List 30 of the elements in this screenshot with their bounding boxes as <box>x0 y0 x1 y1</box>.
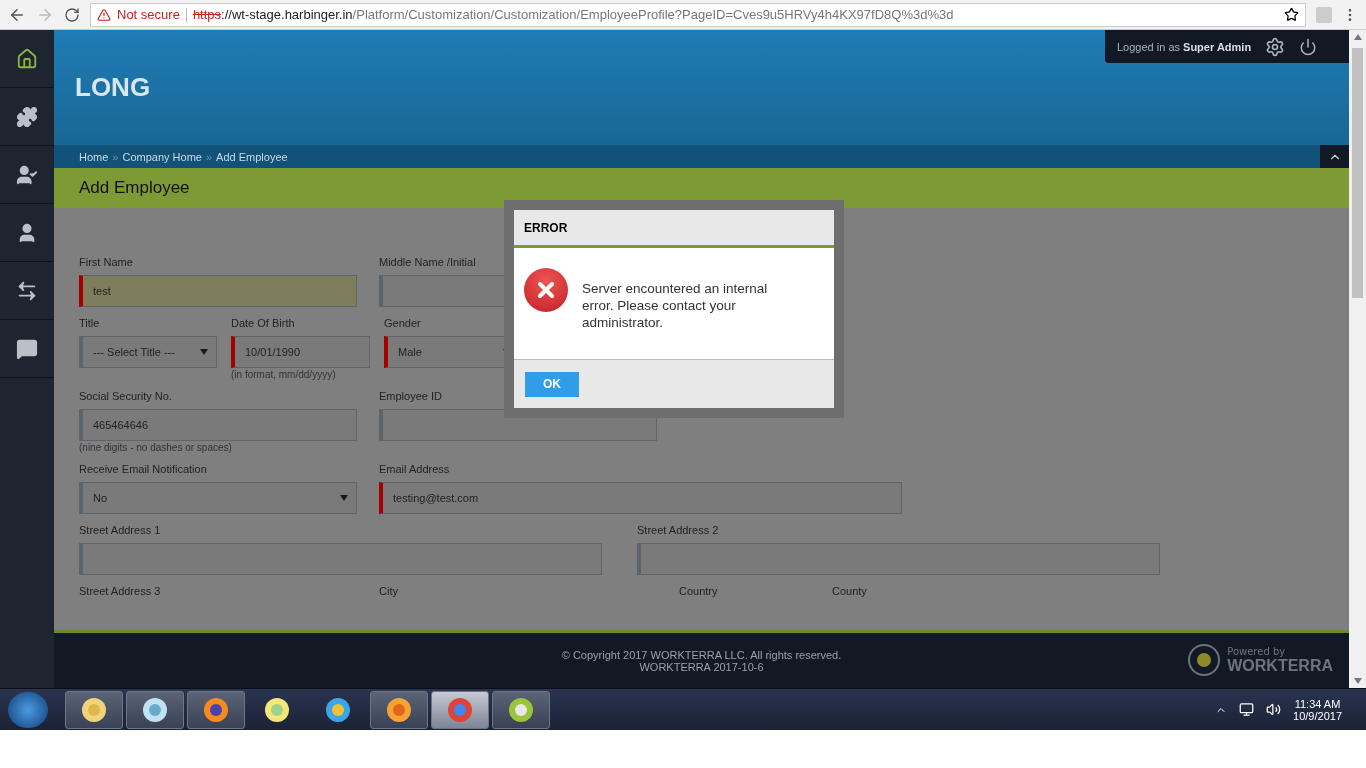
powered-by-text: Powered by <box>1227 645 1287 657</box>
field-label: Middle Name /Initial <box>379 256 477 268</box>
error-message: Server encountered an internal error. Please contact your administrator. <box>582 280 769 331</box>
dialog-title: ERROR <box>514 210 834 248</box>
field-label: City <box>379 585 399 597</box>
field-label: Email Address <box>379 463 451 475</box>
field-label: First Name <box>79 256 134 268</box>
field-label: Employee ID <box>379 390 443 402</box>
page-title: Add Employee <box>79 178 190 198</box>
field-label: Social Security No. <box>79 390 173 402</box>
field-label: Date Of Birth <box>231 317 296 329</box>
company-name: LONG <box>75 72 151 103</box>
field-label: Street Address 3 <box>79 585 162 597</box>
url-text: https://wt-stage.harbinger.in/Platform/Customization/Customization/EmployeeProfile?PageID=Cves9u5HRVy4h4KX97fD8Q%3d%3d <box>192 7 954 22</box>
field-label: Receive Email Notification <box>79 463 208 475</box>
field-hint: (in format, mm/dd/yyyy) <box>231 369 337 380</box>
field-label: Gender <box>384 317 422 329</box>
copyright-text: © Copyright 2017 WORKTERRA LLC. All rights reserved. <box>561 648 842 661</box>
security-label: Not secure <box>117 7 180 22</box>
field-hint: (nine digits - no dashes or spaces) <box>79 442 233 453</box>
field-label: Title <box>79 317 101 329</box>
breadcrumb-separator: » <box>112 150 119 163</box>
field-label: Street Address 2 <box>637 524 720 536</box>
field-label: Street Address 1 <box>79 524 162 536</box>
brand-name: WORKTERRA <box>1227 656 1333 675</box>
version-text: WORKTERRA 2017-10-6 <box>639 660 764 673</box>
breadcrumb-separator: » <box>205 150 213 163</box>
login-text: Logged in as Super Admin <box>1117 40 1252 53</box>
field-label: County <box>832 585 868 597</box>
field-label: Country <box>679 585 719 597</box>
